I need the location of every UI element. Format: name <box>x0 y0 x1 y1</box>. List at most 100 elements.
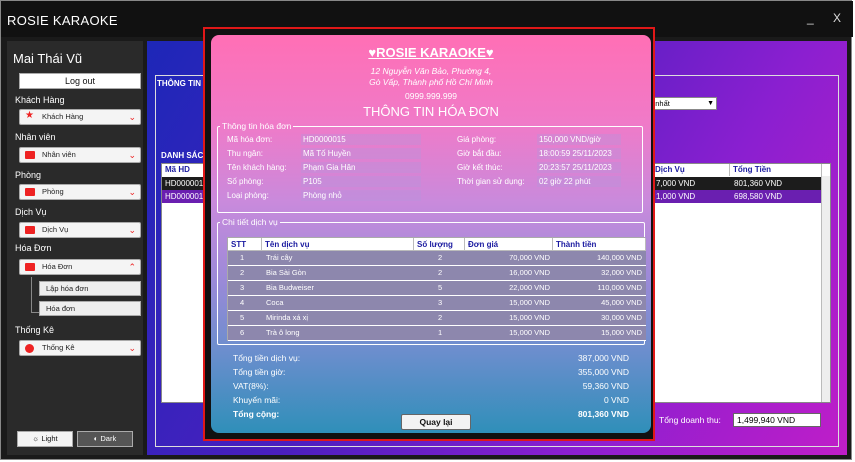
service-row[interactable]: 2 Bia Sài Gòn 2 16,000 VND 32,000 VND <box>228 266 646 281</box>
total-value: 355,000 VND <box>577 367 629 377</box>
cell-amount: 45,000 VND <box>601 298 642 307</box>
col-service: Dịch Vụ <box>652 164 730 176</box>
row-id: HD000001 <box>165 179 204 188</box>
total-value: 0 VND <box>603 395 629 405</box>
revenue-field[interactable]: 1,499,940 VND <box>733 413 821 427</box>
cell-qty: 2 <box>438 268 443 277</box>
service-detail-legend: Chi tiết dịch vụ <box>222 217 278 227</box>
section-invoice-label: Hóa Đơn <box>15 243 52 253</box>
section-stats-label: Thống Kê <box>15 325 55 335</box>
brand-title: ♥ROSIE KARAOKE♥ <box>368 45 494 60</box>
employee-icon <box>25 151 35 159</box>
address-line-2: Gò Vấp, Thành phố Hồ Chí Minh <box>369 77 493 87</box>
chevron-down-icon: ⌄ <box>128 187 136 197</box>
service-table: STT Tên dịch vụ Số lượng Đơn giá Thành t… <box>227 237 646 341</box>
service-row[interactable]: 5 Mirinda xá xị 2 15,000 VND 30,000 VND <box>228 311 646 326</box>
invoice-list-item[interactable]: Hóa đơn <box>39 301 141 316</box>
row-service: 1,000 VND <box>656 192 696 201</box>
cell-qty: 2 <box>438 313 443 322</box>
employee-dropdown[interactable]: Nhân viên ⌄ <box>19 147 141 163</box>
info-label: Giờ kết thúc: <box>457 163 503 172</box>
info-section-title: THÔNG TIN T <box>157 79 209 88</box>
col-quantity: Số lượng <box>414 238 465 251</box>
service-row[interactable]: 6 Trà ô long 1 15,000 VND 15,000 VND <box>228 326 646 341</box>
col-unit-price: Đơn giá <box>465 238 553 251</box>
dropdown-label: Phòng <box>42 187 64 196</box>
section-room-label: Phòng <box>15 170 42 180</box>
service-row[interactable]: 3 Bia Budweiser 5 22,000 VND 110,000 VND <box>228 281 646 296</box>
invoice-info-legend: Thông tin hóa đơn <box>222 121 292 131</box>
col-stt: STT <box>228 238 262 251</box>
cell-stt: 2 <box>240 268 245 277</box>
info-label: Thời gian sử dụng: <box>457 177 525 186</box>
info-value: Phòng nhỏ <box>301 190 421 201</box>
cell-qty: 3 <box>438 298 443 307</box>
cell-amount: 30,000 VND <box>601 313 642 322</box>
cell-name: Trái cây <box>266 253 293 262</box>
row-total: 698,580 VND <box>734 192 783 201</box>
info-label: Giờ bắt đầu: <box>457 149 502 158</box>
address-line-1: 12 Nguyễn Văn Bảo, Phường 4, <box>370 66 492 76</box>
pie-chart-icon <box>25 344 34 353</box>
light-mode-button[interactable]: ☼ Light <box>17 431 73 447</box>
invoice-dropdown[interactable]: Hóa Đơn ⌃ <box>19 259 141 275</box>
info-value: HD0000015 <box>301 134 421 145</box>
dropdown-label: Dịch Vụ <box>42 225 69 234</box>
info-label: Tên khách hàng: <box>227 163 287 172</box>
info-label: Giá phòng: <box>457 135 497 144</box>
cell-stt: 5 <box>240 313 245 322</box>
cell-qty: 1 <box>438 328 443 337</box>
cell-name: Mirinda xá xị <box>266 313 309 322</box>
cell-qty: 2 <box>438 253 443 262</box>
revenue-label: Tổng doanh thu: <box>659 415 721 425</box>
cell-name: Bia Budweiser <box>266 283 314 292</box>
service-dropdown[interactable]: Dịch Vụ ⌄ <box>19 222 141 238</box>
grand-total-value: 801,360 VND <box>577 409 629 419</box>
cell-amount: 110,000 VND <box>597 283 642 292</box>
chevron-up-icon: ⌃ <box>128 262 136 272</box>
cell-price: 15,000 VND <box>509 313 550 322</box>
dropdown-label: Khách Hàng <box>42 112 84 121</box>
dark-label: Dark <box>100 434 117 443</box>
section-customer-label: Khách Hàng <box>15 95 65 105</box>
chevron-down-icon: ⌄ <box>128 112 136 122</box>
total-label: VAT(8%): <box>233 381 269 391</box>
info-label: Số phòng: <box>227 177 264 186</box>
info-label: Thu ngân: <box>227 149 264 158</box>
customer-dropdown[interactable]: ★ Khách Hàng ⌄ <box>19 109 141 125</box>
cell-name: Bia Sài Gòn <box>266 268 307 277</box>
cell-price: 70,000 VND <box>509 253 550 262</box>
dark-mode-button[interactable]: ◐ Dark <box>77 431 133 447</box>
stats-dropdown[interactable]: Thống Kê ⌄ <box>19 340 141 356</box>
cell-stt: 6 <box>240 328 245 337</box>
col-amount: Thành tiền <box>553 238 646 251</box>
chevron-down-icon: ⌄ <box>128 150 136 160</box>
col-total: Tổng Tiền <box>730 164 822 176</box>
invoice-heading: THÔNG TIN HÓA ĐƠN <box>363 104 499 119</box>
star-icon: ★ <box>25 110 34 121</box>
back-button[interactable]: Quay lại <box>401 414 471 430</box>
tree-connector <box>31 277 39 313</box>
service-icon <box>25 226 35 234</box>
close-button[interactable]: X <box>833 11 841 25</box>
app-window: ROSIE KARAOKE _ X Mai Thái Vũ Log out Kh… <box>0 0 853 460</box>
total-value: 387,000 VND <box>577 353 629 363</box>
cell-qty: 5 <box>438 283 443 292</box>
sidebar: Mai Thái Vũ Log out Khách Hàng ★ Khách Hà… <box>7 41 143 455</box>
service-row[interactable]: 1 Trái cây 2 70,000 VND 140,000 VND <box>228 251 646 266</box>
room-dropdown[interactable]: Phòng ⌄ <box>19 184 141 200</box>
row-service: 7,000 VND <box>656 179 696 188</box>
sort-select[interactable]: n nhất ▼ <box>645 97 717 110</box>
logout-button[interactable]: Log out <box>19 73 141 89</box>
cell-stt: 4 <box>240 298 245 307</box>
table-scrollbar[interactable] <box>821 176 830 402</box>
total-label: Khuyến mãi: <box>233 395 281 405</box>
create-invoice-item[interactable]: Lập hóa đơn <box>39 281 141 296</box>
total-label: Tổng tiền giờ: <box>233 367 286 377</box>
cell-amount: 15,000 VND <box>601 328 642 337</box>
row-id: HD000001 <box>165 192 204 201</box>
service-detail-group: Chi tiết dịch vụ STT Tên dịch vụ Số lượn… <box>217 217 646 345</box>
row-total: 801,360 VND <box>734 179 783 188</box>
service-row[interactable]: 4 Coca 3 15,000 VND 45,000 VND <box>228 296 646 311</box>
minimize-button[interactable]: _ <box>807 11 814 25</box>
